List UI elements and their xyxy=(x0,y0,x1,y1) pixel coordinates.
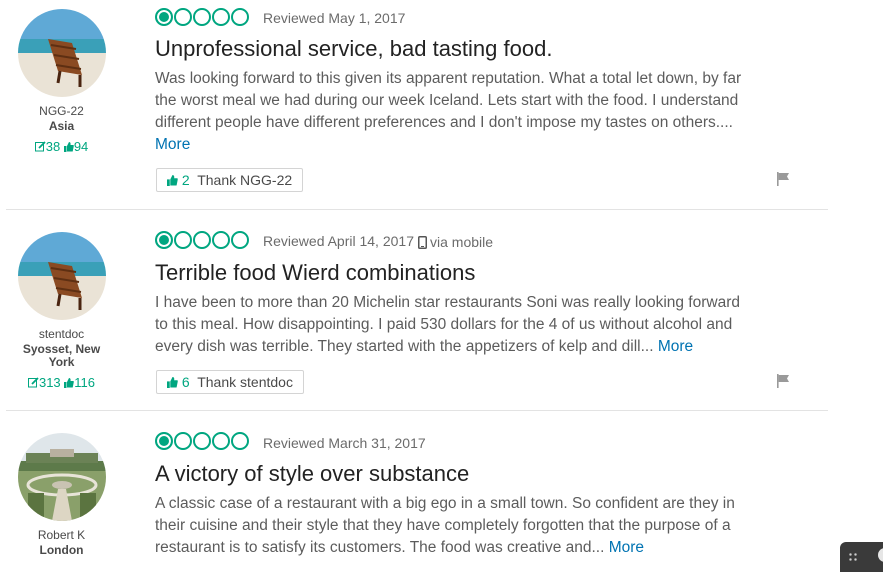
thank-button[interactable]: 2 Thank NGG-22 xyxy=(156,168,304,192)
thumbs-up-icon xyxy=(64,375,75,390)
rating-bubble-empty xyxy=(193,231,211,249)
rating-bubble-empty xyxy=(231,8,249,26)
pencil-icon xyxy=(27,375,39,390)
thank-count: 6 xyxy=(181,374,190,390)
username[interactable]: NGG-22 xyxy=(0,104,123,118)
review-text: Was looking forward to this given its ap… xyxy=(155,70,742,131)
thank-count: 2 xyxy=(181,172,190,188)
rating-bubble-empty xyxy=(231,231,249,249)
rating-bubble-empty xyxy=(212,432,230,450)
thank-label: Thank stentdoc xyxy=(197,374,293,390)
bubble-rating xyxy=(155,8,249,28)
rating-bubble-empty xyxy=(193,8,211,26)
review-text: A classic case of a restaurant with a bi… xyxy=(155,495,735,556)
review-count: 38 xyxy=(45,139,61,154)
review-text: I have been to more than 20 Michelin sta… xyxy=(155,294,740,355)
via-mobile: via mobile xyxy=(418,234,493,250)
flag-icon[interactable] xyxy=(776,374,790,388)
toggle-knob-icon xyxy=(878,548,883,562)
feedback-widget[interactable] xyxy=(840,542,883,572)
review-body: A classic case of a restaurant with a bi… xyxy=(155,493,755,559)
thumbs-up-icon xyxy=(167,172,178,188)
review-title[interactable]: Terrible food Wierd combinations xyxy=(155,260,475,286)
thumbs-up-icon xyxy=(167,374,178,390)
review-card: NGG-22 Asia 38 94 Reviewed May 1, 2017 U… xyxy=(0,0,830,210)
more-link[interactable]: More xyxy=(658,338,693,355)
user-avatar[interactable] xyxy=(18,9,106,97)
rating-bubble-empty xyxy=(212,8,230,26)
user-location: Syosset, New York xyxy=(22,342,101,369)
review-count: 313 xyxy=(38,375,61,390)
rating-bubble-empty xyxy=(212,231,230,249)
review-date: Reviewed May 1, 2017 xyxy=(263,10,406,26)
user-location: Asia xyxy=(48,119,75,133)
more-link[interactable]: More xyxy=(609,539,644,556)
beach-chair-photo xyxy=(18,9,106,97)
rating-bubble-empty xyxy=(231,432,249,450)
thank-label: Thank NGG-22 xyxy=(197,172,293,188)
garden-photo xyxy=(18,433,106,521)
user-location: London xyxy=(39,543,84,557)
review-card: Robert K London Reviewed March 31, 2017 … xyxy=(0,411,830,562)
helpful-count: 94 xyxy=(73,139,89,154)
review-date: Reviewed April 14, 2017 xyxy=(263,233,414,249)
user-stats: 38 94 xyxy=(0,139,123,154)
rating-bubble-empty xyxy=(174,231,192,249)
user-stats: 313 116 xyxy=(0,375,123,390)
user-avatar[interactable] xyxy=(18,433,106,521)
beach-chair-photo xyxy=(18,232,106,320)
rating-bubble-filled xyxy=(155,8,173,26)
flag-icon[interactable] xyxy=(776,172,790,186)
rating-bubble-empty xyxy=(174,432,192,450)
username[interactable]: stentdoc xyxy=(0,327,123,341)
review-title[interactable]: A victory of style over substance xyxy=(155,461,469,487)
thank-button[interactable]: 6 Thank stentdoc xyxy=(156,370,304,394)
bubble-rating xyxy=(155,432,249,452)
helpful-count: 116 xyxy=(74,375,96,390)
username[interactable]: Robert K xyxy=(0,528,123,542)
grip-icon xyxy=(848,552,858,562)
review-body: Was looking forward to this given its ap… xyxy=(155,68,755,156)
review-body: I have been to more than 20 Michelin sta… xyxy=(155,292,755,358)
via-label: via mobile xyxy=(430,234,494,250)
rating-bubble-filled xyxy=(155,231,173,249)
rating-bubble-empty xyxy=(174,8,192,26)
review-date: Reviewed March 31, 2017 xyxy=(263,435,426,451)
more-link[interactable]: More xyxy=(155,136,190,153)
review-title[interactable]: Unprofessional service, bad tasting food… xyxy=(155,36,552,62)
review-card: stentdoc Syosset, New York 313 116 Revie… xyxy=(0,210,830,410)
rating-bubble-empty xyxy=(193,432,211,450)
rating-bubble-filled xyxy=(155,432,173,450)
user-avatar[interactable] xyxy=(18,232,106,320)
thumbs-up-icon xyxy=(63,139,74,154)
bubble-rating xyxy=(155,231,249,251)
mobile-phone-icon xyxy=(418,234,430,250)
pencil-icon xyxy=(34,139,46,154)
